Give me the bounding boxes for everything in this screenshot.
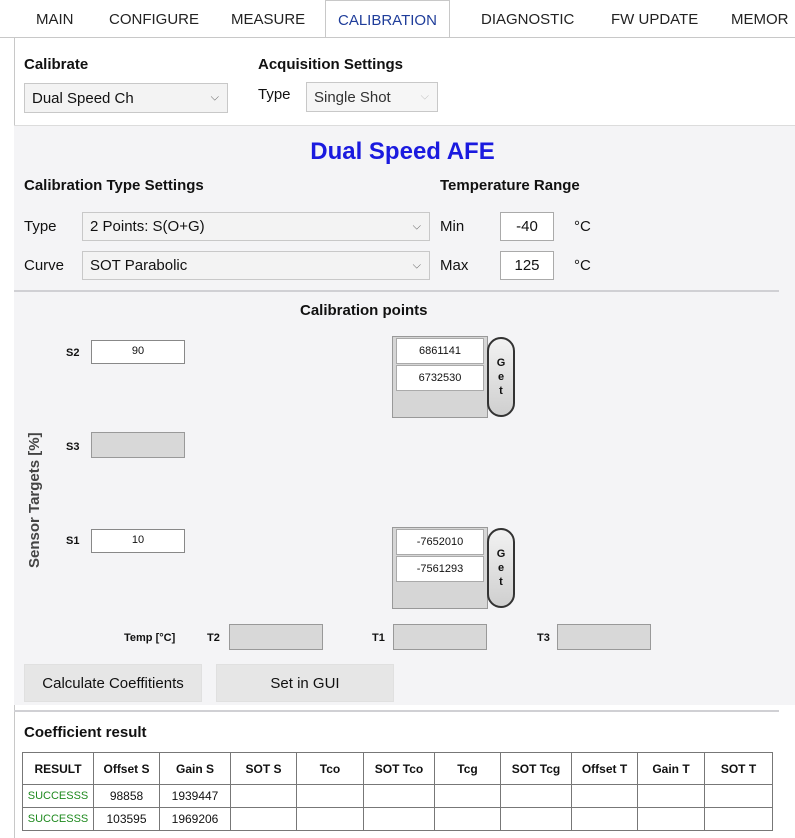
cal-curve-select[interactable]: SOT Parabolic ⌵	[82, 251, 430, 280]
acquisition-heading: Acquisition Settings	[258, 56, 404, 73]
col-tco: Tco	[296, 752, 364, 785]
temp-min-input[interactable]: -40	[500, 212, 554, 241]
chevron-down-icon: ⌵	[412, 220, 421, 232]
table-cell	[296, 784, 364, 808]
t2-input	[229, 624, 323, 650]
temp-max-input[interactable]: 125	[500, 251, 554, 280]
sensor-targets-axis-label: Sensor Targets [%]	[26, 432, 43, 568]
result-cell: SUCCESSS	[22, 784, 94, 808]
calibrate-select[interactable]: Dual Speed Ch ⌵	[24, 83, 228, 113]
result-cell: SUCCESSS	[22, 807, 94, 831]
table-cell	[434, 807, 501, 831]
temp-max-label: Max	[440, 257, 469, 274]
temperature-range-heading: Temperature Range	[440, 177, 580, 194]
cal-type-value: 2 Points: S(O+G)	[90, 218, 205, 235]
table-cell	[500, 784, 572, 808]
table-cell: 1939447	[159, 784, 231, 808]
table-cell	[571, 807, 638, 831]
col-sot-s: SOT S	[230, 752, 297, 785]
table-cell	[500, 807, 572, 831]
s1-label: S1	[66, 535, 80, 547]
tab-configure[interactable]: CONFIGURE	[109, 0, 199, 37]
divider	[14, 290, 779, 292]
table-cell	[434, 784, 501, 808]
acquisition-type-select[interactable]: Single Shot ⌵	[306, 82, 438, 112]
s3-label: S3	[66, 441, 80, 453]
t1-label: T1	[372, 632, 385, 644]
tab-fw-update[interactable]: FW UPDATE	[611, 0, 698, 37]
s1-input[interactable]: 10	[91, 529, 185, 553]
s2-readings: 6861141 6732530	[392, 336, 488, 418]
table-row: SUCCESSS 98858 1939447	[22, 784, 773, 808]
tab-main[interactable]: MAIN	[36, 0, 74, 37]
tab-calibration[interactable]: CALIBRATION	[325, 0, 450, 37]
t3-label: T3	[537, 632, 550, 644]
table-cell	[230, 807, 297, 831]
t2-label: T2	[207, 632, 220, 644]
col-tcg: Tcg	[434, 752, 501, 785]
s2-reading-1: 6861141	[396, 338, 484, 364]
cal-type-select[interactable]: 2 Points: S(O+G) ⌵	[82, 212, 430, 241]
table-cell	[704, 784, 773, 808]
col-sot-t: SOT T	[704, 752, 773, 785]
table-cell	[637, 784, 705, 808]
table-cell: 1969206	[159, 807, 231, 831]
tab-memory[interactable]: MEMOR	[731, 0, 789, 37]
col-sot-tcg: SOT Tcg	[500, 752, 572, 785]
chevron-down-icon: ⌵	[420, 90, 429, 103]
s3-input	[91, 432, 185, 458]
col-sot-tco: SOT Tco	[363, 752, 435, 785]
s1-readings: -7652010 -7561293	[392, 527, 488, 609]
t1-input	[393, 624, 487, 650]
s1-get-button[interactable]: G e t	[487, 528, 515, 608]
table-cell: 103595	[93, 807, 160, 831]
s2-reading-2: 6732530	[396, 365, 484, 391]
s2-label: S2	[66, 347, 80, 359]
col-result: RESULT	[22, 752, 94, 785]
temp-min-label: Min	[440, 218, 465, 235]
coefficient-result-table: RESULT Offset S Gain S SOT S Tco SOT Tco…	[22, 752, 773, 831]
acquisition-type-value: Single Shot	[314, 88, 391, 106]
s1-reading-1: -7652010	[396, 529, 484, 555]
afe-title: Dual Speed AFE	[310, 138, 495, 165]
tab-diagnostic[interactable]: DIAGNOSTIC	[481, 0, 574, 37]
cal-curve-value: SOT Parabolic	[90, 257, 188, 274]
s2-get-button[interactable]: G e t	[487, 337, 515, 417]
calibration-points-heading: Calibration points	[300, 302, 428, 319]
table-cell: 98858	[93, 784, 160, 808]
col-gain-s: Gain S	[159, 752, 231, 785]
tab-bar: MAIN CONFIGURE MEASURE CALIBRATION DIAGN…	[0, 0, 795, 38]
table-cell	[296, 807, 364, 831]
divider	[14, 710, 779, 712]
temp-axis-label: Temp [°C]	[124, 632, 176, 644]
s2-input[interactable]: 90	[91, 340, 185, 364]
table-cell	[637, 807, 705, 831]
chevron-down-icon: ⌵	[210, 91, 219, 104]
table-row: SUCCESSS 103595 1969206	[22, 807, 773, 831]
set-in-gui-button[interactable]: Set in GUI	[216, 664, 394, 702]
cal-type-label: Type	[24, 218, 57, 235]
table-cell	[363, 784, 435, 808]
cal-type-settings-heading: Calibration Type Settings	[24, 177, 204, 194]
coefficient-result-heading: Coefficient result	[24, 724, 147, 741]
table-cell	[230, 784, 297, 808]
table-cell	[363, 807, 435, 831]
col-offset-t: Offset T	[571, 752, 638, 785]
tab-measure[interactable]: MEASURE	[231, 0, 305, 37]
s1-reading-2: -7561293	[396, 556, 484, 582]
calibrate-select-value: Dual Speed Ch	[32, 89, 134, 107]
calculate-coefficients-button[interactable]: Calculate Coeffitients	[24, 664, 202, 702]
col-offset-s: Offset S	[93, 752, 160, 785]
table-cell	[571, 784, 638, 808]
calibrate-heading: Calibrate	[24, 56, 89, 73]
chevron-down-icon: ⌵	[412, 259, 421, 271]
acquisition-type-label: Type	[258, 86, 291, 103]
t3-input	[557, 624, 651, 650]
table-header-row: RESULT Offset S Gain S SOT S Tco SOT Tco…	[22, 752, 773, 785]
table-cell	[704, 807, 773, 831]
col-gain-t: Gain T	[637, 752, 705, 785]
cal-curve-label: Curve	[24, 257, 65, 274]
temp-max-unit: °C	[574, 257, 591, 274]
temp-min-unit: °C	[574, 218, 591, 235]
